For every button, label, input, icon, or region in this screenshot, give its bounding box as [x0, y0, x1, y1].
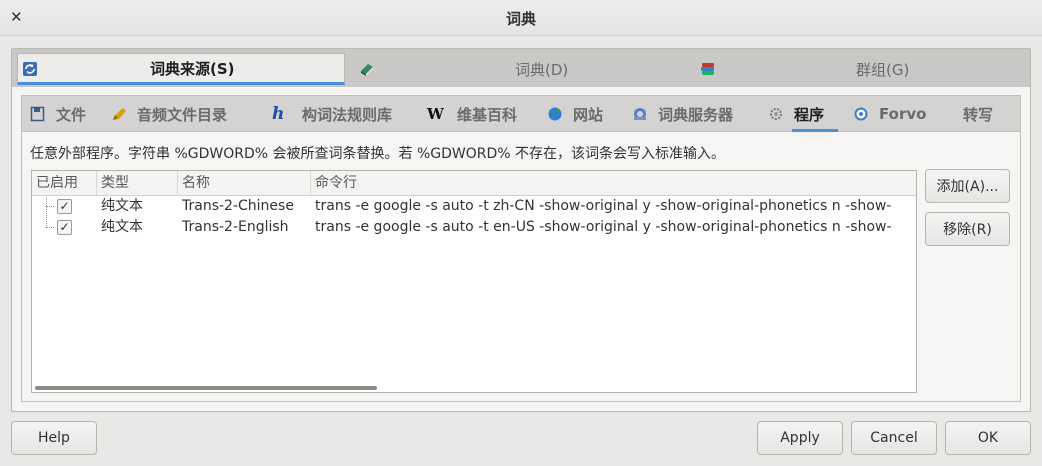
enabled-checkbox[interactable]: ✓: [57, 220, 72, 235]
cancel-button[interactable]: Cancel: [851, 421, 937, 455]
ok-button[interactable]: OK: [945, 421, 1031, 455]
subtab-forvo-label: Forvo: [879, 105, 927, 123]
subtab-dict-servers[interactable]: 词典服务器: [632, 96, 733, 132]
column-header-enabled[interactable]: 已启用: [32, 171, 97, 195]
type-cell: 纯文本: [101, 219, 143, 235]
window-title: 词典: [505, 10, 536, 28]
add-button[interactable]: 添加(A)...: [925, 169, 1010, 203]
wikipedia-icon: W: [427, 105, 444, 123]
subtab-hunspell[interactable]: h 构词法规则库: [272, 96, 392, 132]
tab-dictionaries[interactable]: 词典(D): [357, 53, 687, 85]
subtab-programs-label: 程序: [794, 105, 825, 124]
name-cell: Trans-2-Chinese: [182, 198, 294, 214]
tab-dictionaries-label: 词典(D): [515, 60, 569, 79]
h-letter-icon: h: [272, 104, 285, 124]
column-header-name[interactable]: 名称: [178, 171, 311, 195]
programs-table[interactable]: 已启用 类型 名称 命令行 ✓ 纯文本 Trans-2-Chinese tran…: [31, 170, 917, 393]
subtab-wikipedia-label: 维基百科: [457, 105, 518, 124]
tab-sources[interactable]: 词典来源(S): [17, 53, 345, 85]
help-button[interactable]: Help: [11, 421, 97, 455]
subtab-programs[interactable]: 程序: [768, 96, 838, 132]
title-bar: ✕ 词典: [0, 0, 1042, 36]
tab-sources-label: 词典来源(S): [150, 59, 235, 78]
command-cell: trans -e google -s auto -t zh-CN -show-o…: [315, 198, 892, 214]
remove-button[interactable]: 移除(R): [925, 212, 1010, 246]
subtab-dict-servers-label: 词典服务器: [658, 105, 734, 124]
globe-icon: [547, 106, 563, 122]
type-cell: 纯文本: [101, 198, 143, 214]
subtab-forvo[interactable]: Forvo: [853, 96, 926, 132]
subtab-wikipedia[interactable]: W 维基百科: [427, 96, 517, 132]
refresh-icon: [22, 61, 38, 77]
subtab-files[interactable]: 文件: [30, 96, 86, 132]
table-row[interactable]: ✓ 纯文本 Trans-2-Chinese trans -e google -s…: [32, 196, 916, 217]
subtab-sound-dirs-label: 音频文件目录: [137, 105, 228, 124]
subtab-files-label: 文件: [56, 105, 87, 124]
tab-groups-label: 群组(G): [856, 60, 910, 79]
subtab-sound-dirs[interactable]: 音频文件目录: [111, 96, 227, 132]
column-header-command[interactable]: 命令行: [311, 171, 916, 195]
subtab-transliteration[interactable]: 转写: [963, 96, 993, 132]
forvo-icon: [853, 106, 869, 122]
name-cell: Trans-2-English: [182, 219, 289, 235]
gear-icon: [768, 106, 784, 122]
subtab-websites[interactable]: 网站: [547, 96, 603, 132]
apply-button[interactable]: Apply: [757, 421, 843, 455]
enabled-checkbox[interactable]: ✓: [57, 199, 72, 214]
programs-description: 任意外部程序。字符串 %GDWORD% 会被所查词条替换。若 %GDWORD% …: [30, 146, 726, 162]
subtab-hunspell-label: 构词法规则库: [302, 105, 393, 124]
source-type-tab-bar: 文件 音频文件目录 h 构词法规则库 W 维基百科 网站 词典服务器 程序 Fo…: [22, 96, 1020, 132]
books-stack-icon: [700, 61, 716, 77]
tab-groups[interactable]: 群组(G): [698, 53, 1028, 85]
command-cell: trans -e google -s auto -t en-US -show-o…: [315, 219, 892, 235]
server-icon: [632, 106, 648, 122]
table-header: 已启用 类型 名称 命令行: [32, 171, 916, 196]
book-icon: [359, 61, 375, 77]
floppy-icon: [30, 106, 46, 122]
table-row[interactable]: ✓ 纯文本 Trans-2-English trans -e google -s…: [32, 217, 916, 238]
top-tab-bar: 词典来源(S) 词典(D) 群组(G): [12, 49, 1030, 87]
column-header-type[interactable]: 类型: [97, 171, 178, 195]
subtab-websites-label: 网站: [573, 105, 604, 124]
horizontal-scrollbar[interactable]: [35, 386, 377, 390]
subtab-transliteration-label: 转写: [963, 105, 994, 124]
pencil-icon: [111, 106, 127, 122]
